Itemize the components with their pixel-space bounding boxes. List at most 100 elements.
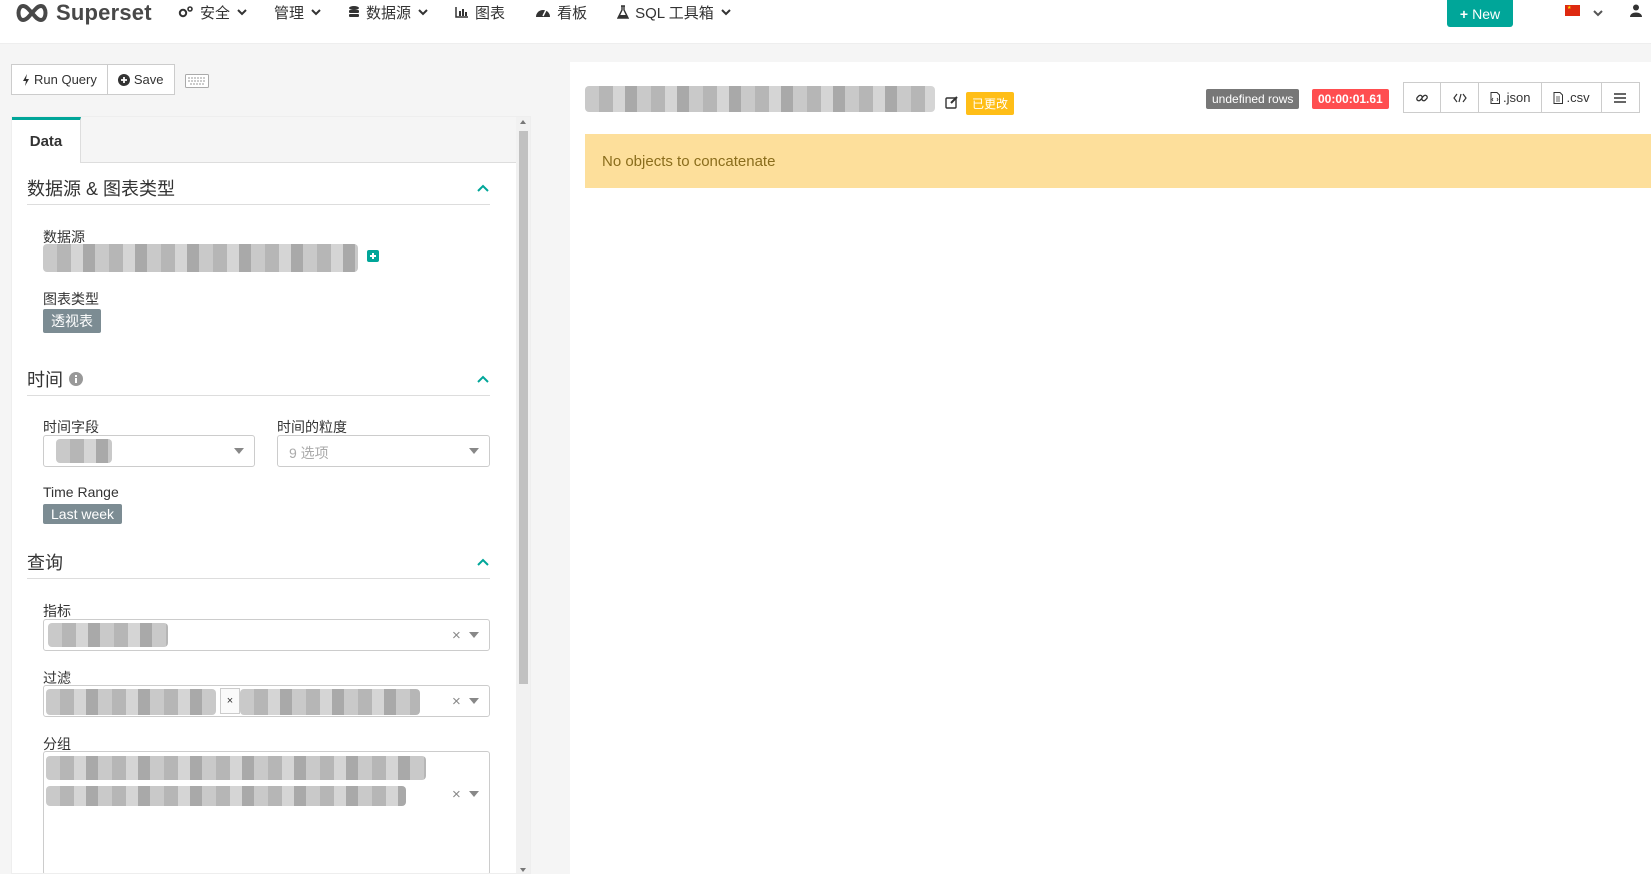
- code-icon: [1452, 93, 1467, 102]
- caret-down-icon: [469, 791, 479, 797]
- time-grain-label: 时间的粒度: [277, 419, 347, 435]
- time-range-tag[interactable]: Last week: [43, 504, 123, 524]
- time-column-select[interactable]: [43, 435, 255, 467]
- info-icon[interactable]: [69, 371, 83, 386]
- section-time-title-wrap: 时间: [27, 366, 83, 392]
- filters-select[interactable]: × ×: [43, 685, 490, 717]
- caret-down-icon: [234, 448, 244, 454]
- clear-icon[interactable]: ×: [452, 627, 461, 644]
- chevron-down-icon[interactable]: [1592, 7, 1604, 19]
- chevron-down-icon: [721, 9, 731, 16]
- top-navbar: Superset 安全 管理 数据源 图表 看板 SQL 工具箱 + New ★: [0, 0, 1651, 44]
- control-panel: Run Query Save Data 数据源 & 图表类型 数据源 图表类型 …: [0, 44, 548, 874]
- chevron-down-icon: [311, 9, 321, 16]
- chart-actions: .json .csv: [1403, 82, 1640, 113]
- copy-link-button[interactable]: [1403, 82, 1441, 113]
- caret-down-icon: [469, 698, 479, 704]
- add-datasource-icon[interactable]: [367, 250, 379, 262]
- chevron-down-icon: [237, 9, 247, 16]
- metrics-select[interactable]: ×: [43, 619, 490, 651]
- groupby-chips-redacted[interactable]: [46, 786, 406, 806]
- menu-dashboards[interactable]: 看板: [535, 2, 587, 23]
- remove-filter-icon[interactable]: ×: [220, 688, 240, 714]
- scrollbar-thumb[interactable]: [519, 131, 528, 684]
- run-query-button[interactable]: Run Query: [11, 64, 108, 95]
- menu-charts[interactable]: 图表: [455, 2, 505, 23]
- filter-chip-redacted[interactable]: [46, 689, 216, 715]
- changed-badge: 已更改: [966, 92, 1015, 115]
- new-button[interactable]: + New: [1447, 0, 1513, 27]
- control-tabs-panel: Data 数据源 & 图表类型 数据源 图表类型 透视表 时间 时间字段 时间的…: [11, 116, 531, 874]
- save-label: Save: [133, 72, 164, 87]
- tab-data[interactable]: Data: [12, 117, 81, 163]
- caret-down-icon: [469, 632, 479, 638]
- menu-sources[interactable]: 数据源: [348, 2, 429, 23]
- edit-icon[interactable]: [945, 95, 959, 109]
- caret-down-icon: [469, 448, 479, 454]
- chevron-up-icon[interactable]: [476, 374, 490, 384]
- clear-icon[interactable]: ×: [452, 786, 461, 803]
- export-csv-label: .csv: [1566, 90, 1590, 105]
- menu-sources-label: 数据源: [366, 4, 412, 22]
- chart-title-redacted[interactable]: [585, 86, 935, 112]
- brand-name: Superset: [56, 0, 152, 25]
- scroll-up-arrow-icon[interactable]: [520, 120, 526, 124]
- save-button[interactable]: Save: [107, 64, 175, 95]
- section-query-title: 查询: [27, 552, 63, 573]
- scroll-down-arrow-icon[interactable]: [520, 868, 526, 872]
- query-timer-badge: 00:00:01.61: [1312, 89, 1389, 109]
- metrics-label: 指标: [43, 603, 71, 619]
- scrollbar[interactable]: [516, 117, 530, 873]
- section-datasource-title: 数据源 & 图表类型: [27, 178, 176, 199]
- more-options-button[interactable]: [1601, 82, 1640, 113]
- time-grain-placeholder: 9 选项: [289, 445, 329, 461]
- chart-container: 已更改 undefined rows 00:00:01.61 .json .cs…: [570, 62, 1651, 874]
- section-datasource-header[interactable]: 数据源 & 图表类型: [27, 171, 490, 205]
- new-button-label: New: [1472, 5, 1501, 22]
- file-code-icon: [1490, 91, 1500, 104]
- metric-chip-redacted[interactable]: [48, 623, 168, 647]
- bars-icon: [1614, 92, 1627, 103]
- groupby-chips-redacted[interactable]: [46, 756, 426, 780]
- menu-sql-lab-label: SQL 工具箱: [635, 4, 714, 22]
- keyboard-icon[interactable]: [185, 74, 209, 88]
- section-time-title: 时间: [27, 369, 63, 390]
- query-toolbar: Run Query Save: [11, 64, 175, 95]
- file-text-icon: [1553, 91, 1564, 104]
- embed-code-button[interactable]: [1441, 82, 1479, 113]
- link-icon: [1416, 94, 1428, 101]
- cogs-icon: [178, 6, 193, 18]
- time-column-value-redacted: [56, 439, 112, 463]
- menu-manage[interactable]: 管理: [274, 2, 322, 23]
- filter-chip-redacted[interactable]: [240, 689, 420, 715]
- language-flag-icon[interactable]: ★: [1565, 5, 1580, 16]
- chart-error-message: No objects to concatenate: [602, 152, 776, 170]
- time-column-label: 时间字段: [43, 419, 99, 435]
- bolt-icon: [23, 73, 29, 86]
- menu-dashboards-label: 看板: [557, 4, 588, 22]
- chevron-down-icon: [418, 9, 428, 16]
- menu-security-label: 安全: [200, 4, 231, 22]
- export-json-label: .json: [1503, 90, 1531, 105]
- clear-icon[interactable]: ×: [452, 693, 461, 710]
- section-time-header[interactable]: 时间: [27, 362, 490, 396]
- export-json-button[interactable]: .json: [1479, 82, 1543, 113]
- chevron-up-icon[interactable]: [476, 557, 490, 567]
- main-menu: 安全 管理 数据源 图表 看板 SQL 工具箱: [178, 0, 758, 24]
- datasource-select-redacted[interactable]: [43, 244, 358, 272]
- menu-sql-lab[interactable]: SQL 工具箱: [617, 2, 732, 23]
- menu-manage-label: 管理: [274, 4, 305, 22]
- plus-circle-icon: [117, 73, 130, 86]
- tab-bar: Data: [12, 117, 517, 163]
- groupby-select[interactable]: ×: [43, 751, 490, 873]
- chevron-up-icon[interactable]: [476, 183, 490, 193]
- viz-type-label: 图表类型: [43, 291, 99, 307]
- section-query-header[interactable]: 查询: [27, 545, 490, 579]
- brand[interactable]: Superset: [14, 0, 152, 26]
- time-grain-select[interactable]: 9 选项: [277, 435, 490, 467]
- chart-error-alert: No objects to concatenate: [585, 134, 1651, 188]
- user-icon[interactable]: [1630, 4, 1642, 17]
- viz-type-tag[interactable]: 透视表: [43, 309, 101, 333]
- export-csv-button[interactable]: .csv: [1542, 82, 1602, 113]
- menu-security[interactable]: 安全: [178, 2, 248, 23]
